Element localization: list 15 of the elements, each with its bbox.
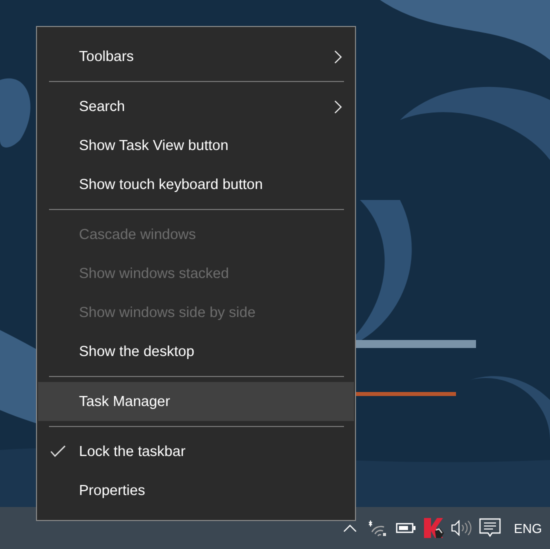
- notification-icon[interactable]: [478, 518, 501, 538]
- menu-item[interactable]: Show touch keyboard button: [38, 165, 354, 204]
- battery-icon[interactable]: [396, 523, 416, 533]
- menu-item[interactable]: Properties: [38, 471, 354, 510]
- menu-item[interactable]: Show Task View button: [38, 126, 354, 165]
- speaker-icon[interactable]: [450, 520, 473, 536]
- wifi-icon[interactable]: [368, 519, 388, 537]
- menu-item[interactable]: Task Manager: [38, 382, 354, 421]
- shield-icon[interactable]: [422, 517, 445, 539]
- menu-item[interactable]: Lock the taskbar: [38, 432, 354, 471]
- language-indicator[interactable]: ENG: [504, 520, 546, 536]
- chevron-up-icon[interactable]: [342, 524, 357, 532]
- menu-item[interactable]: Toolbars: [38, 37, 354, 76]
- menu-item[interactable]: Show the desktop: [38, 332, 354, 371]
- menu-item[interactable]: Search: [38, 87, 354, 126]
